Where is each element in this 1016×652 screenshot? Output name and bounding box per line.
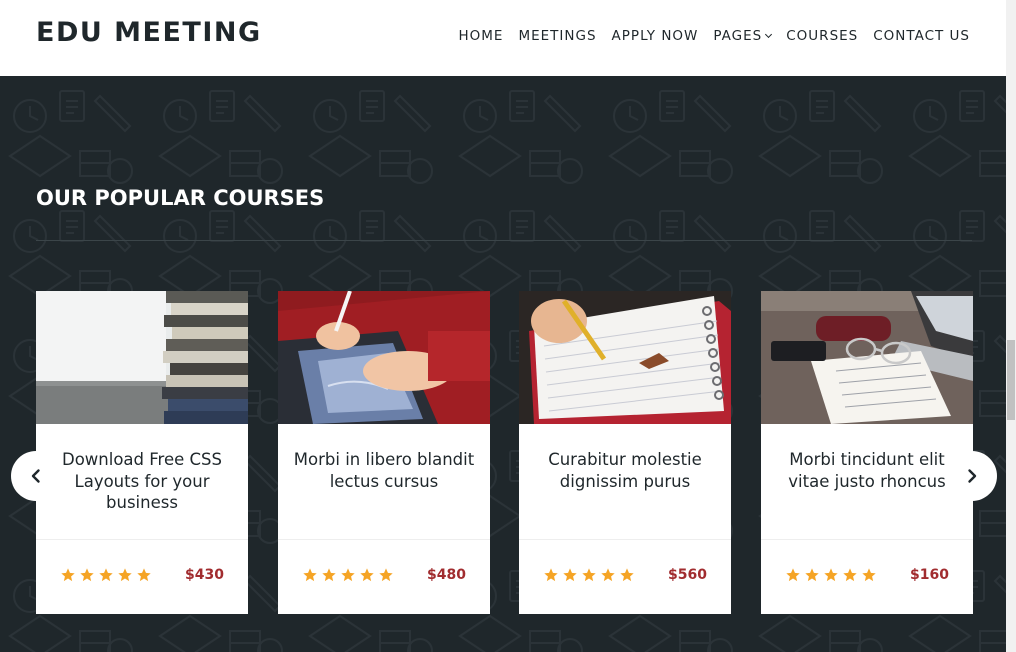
card-divider	[519, 539, 731, 540]
course-image-notebook[interactable]	[519, 291, 731, 424]
course-price: $560	[668, 567, 707, 583]
card-divider	[278, 539, 490, 540]
nav-label: MEETINGS	[518, 28, 597, 44]
course-card[interactable]: Morbi in libero blandit lectus cursus $4…	[278, 291, 490, 614]
star-icon	[862, 568, 876, 582]
course-card[interactable]: Morbi tincidunt elit vitae justo rhoncus…	[761, 291, 973, 614]
star-icon	[620, 568, 634, 582]
star-icon	[843, 568, 857, 582]
star-icon	[322, 568, 336, 582]
star-icon	[601, 568, 615, 582]
site-header: EDU MEETING HOME MEETINGS APPLY NOW PAGE…	[0, 0, 1006, 76]
star-icon	[786, 568, 800, 582]
course-image-tablet[interactable]	[278, 291, 490, 424]
star-icon	[563, 568, 577, 582]
star-icon	[118, 568, 132, 582]
section-title: OUR POPULAR COURSES	[36, 186, 325, 210]
scrollbar-thumb[interactable]	[1007, 340, 1015, 420]
section-divider	[36, 240, 972, 241]
site-logo[interactable]: EDU MEETING	[36, 17, 262, 48]
course-price: $160	[910, 567, 949, 583]
star-icon	[137, 568, 151, 582]
course-image-books[interactable]	[36, 291, 248, 424]
nav-label: HOME	[458, 28, 504, 44]
course-title[interactable]: Curabitur molestie dignissim purus	[533, 449, 717, 492]
star-icon	[80, 568, 94, 582]
star-icon	[360, 568, 374, 582]
carousel-prev-button[interactable]	[11, 451, 61, 501]
course-card[interactable]: Download Free CSS Layouts for your busin…	[36, 291, 248, 614]
nav-item-contact-us[interactable]: CONTACT US	[873, 28, 970, 44]
card-divider	[761, 539, 973, 540]
rating-stars	[302, 567, 394, 583]
card-divider	[36, 539, 248, 540]
star-icon	[341, 568, 355, 582]
nav-item-pages[interactable]: PAGES	[713, 28, 773, 44]
course-price: $430	[185, 567, 224, 583]
star-icon	[379, 568, 393, 582]
course-image-desk[interactable]	[761, 291, 973, 424]
star-icon	[99, 568, 113, 582]
course-card[interactable]: Curabitur molestie dignissim purus $560	[519, 291, 731, 614]
nav-label: APPLY NOW	[611, 28, 699, 44]
nav-item-home[interactable]: HOME	[459, 28, 504, 44]
nav-label: CONTACT US	[873, 28, 970, 44]
star-icon	[303, 568, 317, 582]
nav-label: COURSES	[786, 28, 859, 44]
star-icon	[582, 568, 596, 582]
page-scrollbar[interactable]	[1006, 0, 1016, 652]
nav-label: PAGES	[713, 28, 763, 44]
star-icon	[544, 568, 558, 582]
popular-courses-section: OUR POPULAR COURSES Download Free CSS La…	[0, 76, 1006, 652]
chevron-down-icon	[765, 30, 773, 39]
rating-stars	[785, 567, 877, 583]
course-title[interactable]: Download Free CSS Layouts for your busin…	[50, 449, 234, 514]
chevron-right-icon	[968, 469, 977, 483]
course-price: $480	[427, 567, 466, 583]
star-icon	[824, 568, 838, 582]
nav-item-apply-now[interactable]: APPLY NOW	[612, 28, 699, 44]
course-title[interactable]: Morbi in libero blandit lectus cursus	[292, 449, 476, 492]
rating-stars	[60, 567, 152, 583]
nav-item-courses[interactable]: COURSES	[786, 28, 858, 44]
main-nav: HOME MEETINGS APPLY NOW PAGES COURSES CO…	[444, 28, 971, 44]
course-title[interactable]: Morbi tincidunt elit vitae justo rhoncus	[775, 449, 959, 492]
nav-item-meetings[interactable]: MEETINGS	[518, 28, 596, 44]
star-icon	[61, 568, 75, 582]
rating-stars	[543, 567, 635, 583]
star-icon	[805, 568, 819, 582]
chevron-left-icon	[31, 469, 40, 483]
carousel-next-button[interactable]	[947, 451, 997, 501]
